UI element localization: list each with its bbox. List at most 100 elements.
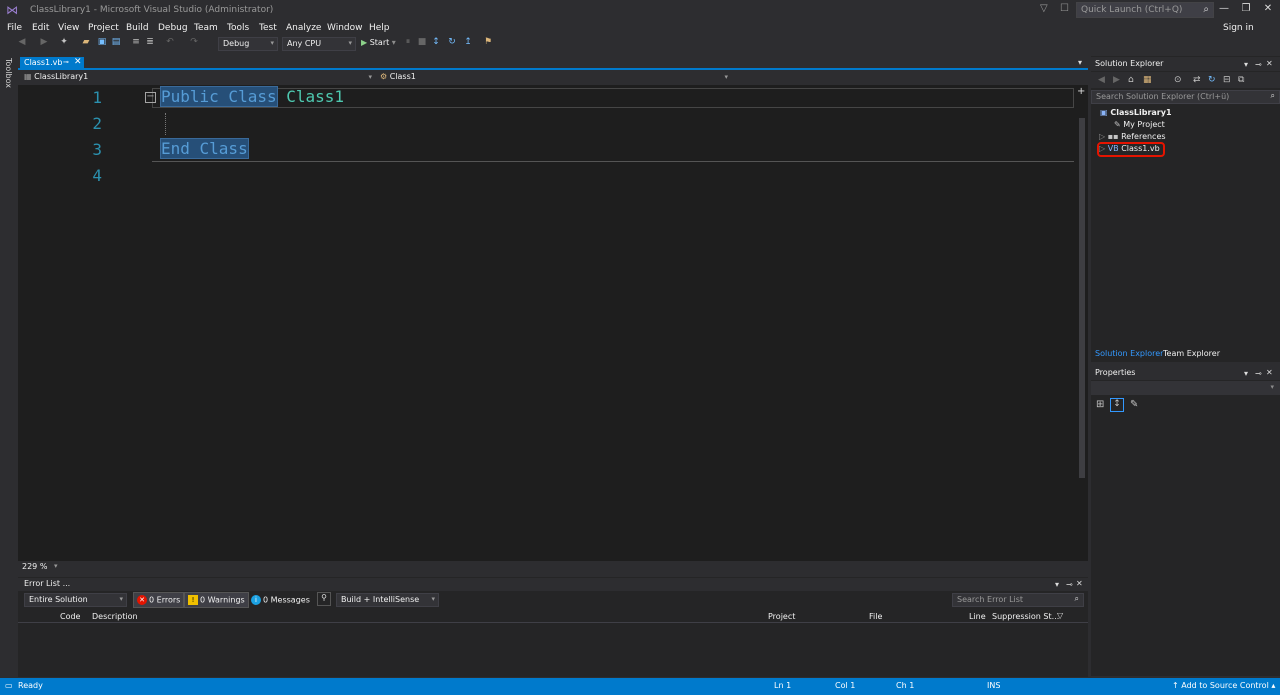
property-pages-icon[interactable]: ✎ — [1130, 399, 1138, 410]
notification-filter-icon[interactable]: ▽ — [1040, 3, 1048, 14]
menu-project[interactable]: Project — [88, 23, 119, 33]
open-file-icon[interactable]: ▰ — [80, 37, 92, 49]
add-to-source-control-button[interactable]: ↑ Add to Source Control ▴ — [1172, 681, 1275, 690]
build-filter-value: Build + IntelliSense — [341, 595, 420, 604]
menu-file[interactable]: File — [7, 23, 22, 33]
save-all-icon[interactable]: ▤ — [110, 37, 122, 49]
redo-icon[interactable]: ↷ — [188, 37, 200, 49]
close-window-button[interactable]: ✕ — [1260, 3, 1276, 17]
menu-edit[interactable]: Edit — [32, 23, 49, 33]
toolbox-tab[interactable]: Toolbox — [4, 58, 13, 88]
solution-explorer-search-input[interactable]: Search Solution Explorer (Ctrl+ü) ⌕ — [1091, 90, 1280, 104]
menu-window[interactable]: Window — [327, 23, 363, 33]
tree-item-my-project[interactable]: ✎ My Project — [1114, 120, 1165, 129]
menu-debug[interactable]: Debug — [158, 23, 188, 33]
column-header-line[interactable]: Line — [969, 612, 986, 621]
uncomment-icon[interactable]: ≣ — [144, 37, 156, 49]
zoom-level-dropdown[interactable]: 229 % — [22, 562, 47, 571]
minimize-button[interactable]: — — [1216, 3, 1232, 17]
menu-help[interactable]: Help — [369, 23, 390, 33]
menu-team[interactable]: Team — [194, 23, 218, 33]
menu-analyze[interactable]: Analyze — [286, 23, 321, 33]
class-navigation-dropdown[interactable]: ⚙ Class1 ▾ — [378, 72, 732, 84]
column-header-suppression-state[interactable]: Suppression St... — [992, 612, 1059, 621]
navigate-back-icon[interactable]: ◀ — [16, 37, 28, 49]
feedback-icon[interactable]: ☐ — [1060, 3, 1069, 14]
tab-team-explorer[interactable]: Team Explorer — [1163, 349, 1220, 358]
step-over-icon[interactable]: ↻ — [446, 37, 458, 49]
project-navigation-dropdown[interactable]: ▦ ClassLibrary1 ▾ — [22, 72, 376, 84]
save-icon[interactable]: ▣ — [96, 37, 108, 49]
solution-configuration-dropdown[interactable]: Debug ▾ — [218, 37, 278, 51]
switch-views-icon[interactable]: ▦ — [1143, 75, 1152, 85]
build-intellisense-dropdown[interactable]: Build + IntelliSense ▾ — [336, 593, 439, 607]
new-project-icon[interactable]: ✦ — [58, 37, 70, 49]
split-editor-icon[interactable]: + — [1077, 86, 1085, 97]
properties-object-dropdown[interactable]: ▾ — [1091, 381, 1280, 395]
pin-icon[interactable]: ⊸ — [1255, 60, 1262, 69]
menu-test[interactable]: Test — [259, 23, 277, 33]
menu-view[interactable]: View — [58, 23, 79, 33]
refresh-icon[interactable]: ↻ — [1208, 75, 1216, 85]
close-pane-icon[interactable]: ✕ — [1266, 368, 1273, 377]
column-header-project[interactable]: Project — [768, 612, 795, 621]
status-insert-mode: INS — [987, 681, 1001, 690]
back-icon[interactable]: ◀ — [1098, 75, 1105, 85]
pin-icon[interactable]: ⊸ — [63, 58, 69, 66]
stop-icon[interactable]: ■ — [416, 37, 428, 49]
collapse-outline-icon[interactable]: − — [145, 92, 156, 103]
messages-filter-button[interactable]: i0 Messages — [251, 595, 310, 605]
quick-launch-input[interactable]: Quick Launch (Ctrl+Q) ⌕ — [1076, 2, 1214, 18]
home-icon[interactable]: ⌂ — [1128, 75, 1134, 85]
start-debugging-button[interactable]: ▶ Start ▾ — [361, 38, 396, 47]
restore-button[interactable]: ❐ — [1238, 3, 1254, 17]
window-position-icon[interactable]: ▾ — [1055, 580, 1059, 589]
column-filter-icon[interactable]: ▽ — [1057, 611, 1063, 620]
column-header-code[interactable]: Code — [60, 612, 80, 621]
code-line-1[interactable]: Public Class Class1 — [160, 86, 344, 107]
tree-item-project[interactable]: ▣ ClassLibrary1 — [1100, 108, 1172, 117]
vb-project-icon: ▣ — [1100, 108, 1108, 117]
pause-icon[interactable]: ⏸ — [402, 37, 414, 49]
sign-in-link[interactable]: Sign in — [1223, 23, 1254, 33]
close-tab-icon[interactable]: ✕ — [74, 57, 82, 67]
error-scope-dropdown[interactable]: Entire Solution ▾ — [24, 593, 127, 607]
sync-icon[interactable]: ⇄ — [1193, 75, 1201, 85]
forward-icon[interactable]: ▶ — [1113, 75, 1120, 85]
comment-icon[interactable]: ≡ — [130, 37, 142, 49]
menu-tools[interactable]: Tools — [227, 23, 249, 33]
chevron-down-icon[interactable]: ▾ — [54, 562, 58, 570]
categorized-icon[interactable]: ⊞ — [1096, 399, 1104, 410]
tree-item-references[interactable]: ▷ ▪▪ References — [1099, 132, 1166, 141]
horizontal-scroll-bar — [18, 561, 1088, 573]
window-position-icon[interactable]: ▾ — [1244, 369, 1248, 378]
tab-label: Class1.vb — [24, 58, 63, 67]
bookmark-icon[interactable]: ⚑ — [482, 37, 494, 49]
column-header-file[interactable]: File — [869, 612, 882, 621]
window-position-icon[interactable]: ▾ — [1244, 60, 1248, 69]
column-header-description[interactable]: Description — [92, 612, 138, 621]
pin-icon[interactable]: ⊸ — [1066, 580, 1073, 589]
solution-platform-dropdown[interactable]: Any CPU ▾ — [282, 37, 356, 51]
navigate-forward-icon[interactable]: ▶ — [38, 37, 50, 49]
close-pane-icon[interactable]: ✕ — [1266, 59, 1273, 68]
error-list-search-input[interactable]: Search Error List ⌕ — [952, 593, 1084, 607]
scrollbar-thumb[interactable] — [1079, 118, 1085, 478]
step-out-icon[interactable]: ↥ — [462, 37, 474, 49]
pin-icon[interactable]: ⊸ — [1255, 369, 1262, 378]
document-list-dropdown-icon[interactable]: ▾ — [1078, 58, 1082, 67]
undo-icon[interactable]: ↶ — [164, 37, 176, 49]
filter-current-document-icon[interactable]: ⚲ — [317, 592, 331, 606]
collapse-all-icon[interactable]: ⊟ — [1223, 75, 1231, 85]
chevron-down-icon: ▾ — [724, 73, 728, 81]
warnings-filter-button[interactable]: ! 0 Warnings — [184, 592, 249, 608]
errors-filter-button[interactable]: ✕ 0 Errors — [133, 592, 185, 608]
close-pane-icon[interactable]: ✕ — [1076, 579, 1083, 588]
alphabetical-icon[interactable]: ↕ — [1110, 398, 1124, 412]
menu-build[interactable]: Build — [126, 23, 149, 33]
step-into-icon[interactable]: ↕ — [430, 37, 442, 49]
code-line-3[interactable]: End Class — [160, 138, 249, 159]
tab-solution-explorer[interactable]: Solution Explorer — [1095, 349, 1163, 358]
pending-changes-filter-icon[interactable]: ⊙ — [1174, 75, 1182, 85]
show-all-files-icon[interactable]: ⧉ — [1238, 75, 1244, 85]
